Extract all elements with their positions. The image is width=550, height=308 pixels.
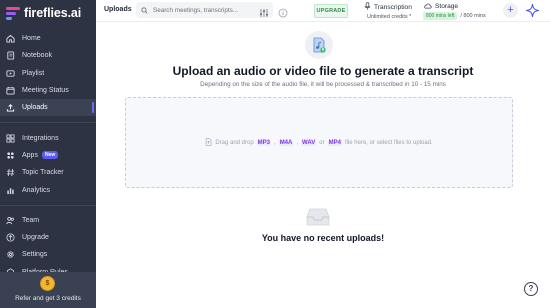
empty-state-title: You have no recent uploads!: [261, 233, 385, 243]
refer-label: Refer and get 3 credits: [15, 295, 81, 302]
top-bar: Uploads UPGRADE Transcription Unlimited …: [96, 0, 550, 22]
sidebar-item-integrations[interactable]: Integrations: [0, 129, 96, 146]
sidebar-item-apps[interactable]: Apps New: [0, 147, 96, 164]
storage-stat[interactable]: Storage 800 mins left / 800 mins: [423, 2, 486, 20]
sidebar-item-label: Integrations: [22, 134, 59, 142]
help-button[interactable]: ?: [524, 282, 538, 296]
sidebar-item-label: Playlist: [22, 69, 45, 77]
brand-name: fireflies.ai: [24, 6, 82, 20]
sidebar-item-meeting-status[interactable]: Meeting Status: [0, 82, 96, 99]
sidebar-item-label: Team: [22, 216, 40, 224]
dropzone-or: or: [319, 139, 325, 146]
search-icon: [141, 1, 148, 19]
format-wav: WAV: [301, 139, 317, 146]
sidebar-item-label: Settings: [22, 251, 48, 259]
playlist-icon: [6, 69, 15, 78]
brand[interactable]: fireflies.ai: [6, 5, 81, 21]
refer-credits-banner[interactable]: $ Refer and get 3 credits: [0, 272, 96, 308]
sidebar-item-topic-tracker[interactable]: Topic Tracker: [0, 164, 96, 181]
fireflies-logo-icon: [6, 6, 20, 20]
sidebar-item-label: Topic Tracker: [22, 169, 64, 177]
sidebar-item-label: Upgrade: [22, 234, 49, 242]
sidebar-divider: [0, 122, 96, 124]
notebook-icon: [6, 51, 15, 60]
search-input[interactable]: [153, 6, 253, 14]
team-icon: [6, 216, 15, 225]
sidebar-item-team[interactable]: Team: [0, 212, 96, 229]
cloud-icon: [423, 2, 432, 11]
upload-heading: Upload an audio or video file to generat…: [172, 64, 474, 78]
sidebar-divider: [0, 204, 96, 206]
gear-icon: [6, 250, 15, 259]
upgrade-icon: [6, 233, 15, 242]
sidebar-item-label: Meeting Status: [22, 87, 69, 95]
home-icon: [6, 34, 15, 43]
sidebar-item-upgrade[interactable]: Upgrade: [0, 229, 96, 246]
file-icon: [205, 137, 212, 148]
transcription-stat[interactable]: Transcription Unlimited credits *: [364, 2, 412, 20]
file-dropzone[interactable]: Drag and drop MP3, M4A, WAV or MP4 file …: [125, 97, 513, 188]
sidebar-item-notebook[interactable]: Notebook: [0, 47, 96, 64]
sidebar-item-settings[interactable]: Settings: [0, 246, 96, 263]
sidebar-item-label: Notebook: [22, 52, 52, 60]
filter-icon[interactable]: [259, 5, 269, 17]
format-mp4: MP4: [327, 139, 342, 146]
upgrade-button[interactable]: UPGRADE: [314, 4, 348, 18]
sparkle-icon[interactable]: [524, 2, 541, 19]
page-title: Uploads: [104, 6, 132, 13]
search-box[interactable]: [136, 2, 273, 18]
microphone-icon: [364, 2, 371, 12]
sidebar-item-home[interactable]: Home: [0, 30, 96, 47]
upload-subheading: Depending on the size of the audio file,…: [200, 81, 446, 88]
transcription-title: Transcription: [374, 3, 412, 11]
sidebar: fireflies.ai Home Notebook Playlist Meet…: [0, 0, 96, 308]
dropzone-prefix: Drag and drop: [215, 139, 254, 146]
integrations-icon: [6, 134, 15, 143]
add-button[interactable]: +: [503, 3, 518, 18]
analytics-icon: [6, 186, 15, 195]
dropzone-instructions: Drag and drop MP3, M4A, WAV or MP4 file …: [205, 137, 433, 148]
sidebar-item-playlist[interactable]: Playlist: [0, 65, 96, 82]
dropzone-suffix: file here, or select files to upload.: [344, 139, 433, 146]
coin-icon: $: [40, 276, 55, 291]
sidebar-item-label: Apps: [22, 151, 38, 159]
storage-title: Storage: [435, 3, 459, 10]
sidebar-item-label: Home: [22, 35, 41, 43]
sidebar-item-label: Uploads: [22, 104, 48, 112]
sidebar-item-label: Analytics: [22, 186, 51, 194]
sidebar-item-analytics[interactable]: Analytics: [0, 181, 96, 198]
empty-inbox-icon: [305, 207, 331, 227]
storage-total: / 800 mins: [460, 13, 486, 19]
meeting-status-icon: [6, 86, 15, 95]
upload-file-icon: [305, 31, 333, 59]
sidebar-item-uploads[interactable]: Uploads: [0, 99, 96, 117]
format-m4a: M4A: [278, 139, 294, 146]
info-icon[interactable]: [278, 5, 288, 18]
storage-remaining: 800 mins left: [423, 12, 458, 20]
hashtag-icon: [6, 168, 15, 177]
format-mp3: MP3: [256, 139, 272, 146]
sidebar-nav-primary: Home Notebook Playlist Meeting Status Up…: [0, 30, 96, 281]
new-badge: New: [41, 151, 59, 160]
transcription-value: Unlimited credits *: [367, 14, 412, 20]
apps-icon: [6, 151, 15, 160]
upload-icon: [6, 103, 15, 112]
